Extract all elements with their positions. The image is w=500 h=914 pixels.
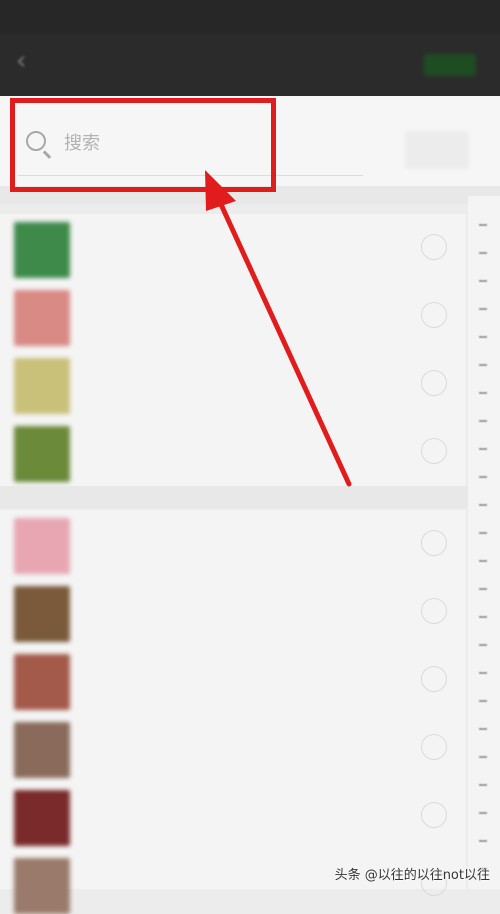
avatar bbox=[14, 858, 70, 914]
select-checkbox[interactable] bbox=[421, 530, 447, 556]
avatar bbox=[14, 722, 70, 778]
contact-row[interactable] bbox=[0, 782, 466, 850]
contact-row[interactable] bbox=[0, 646, 466, 714]
avatar bbox=[14, 654, 70, 710]
select-checkbox[interactable] bbox=[421, 666, 447, 692]
contact-row[interactable] bbox=[0, 350, 466, 418]
avatar bbox=[14, 586, 70, 642]
avatar bbox=[14, 518, 70, 574]
select-checkbox[interactable] bbox=[421, 802, 447, 828]
avatar bbox=[14, 426, 70, 482]
done-button[interactable] bbox=[424, 54, 476, 76]
select-checkbox[interactable] bbox=[421, 370, 447, 396]
alphabet-index-bar[interactable] bbox=[468, 196, 500, 889]
multi-select-button[interactable] bbox=[405, 131, 469, 169]
title-bar: ‹ bbox=[0, 34, 500, 96]
select-checkbox[interactable] bbox=[421, 438, 447, 464]
avatar bbox=[14, 222, 70, 278]
contact-row[interactable] bbox=[0, 282, 466, 350]
contact-row[interactable] bbox=[0, 714, 466, 782]
status-bar bbox=[0, 0, 500, 34]
contact-row[interactable] bbox=[0, 578, 466, 646]
avatar bbox=[14, 790, 70, 846]
search-highlight-box bbox=[10, 98, 276, 192]
select-checkbox[interactable] bbox=[421, 734, 447, 760]
contact-row[interactable] bbox=[0, 510, 466, 578]
contact-row[interactable] bbox=[0, 214, 466, 282]
watermark-text: 头条 @以往的以往not以往 bbox=[334, 868, 490, 883]
back-chevron-icon[interactable]: ‹ bbox=[16, 46, 26, 76]
avatar bbox=[14, 358, 70, 414]
contact-row[interactable] bbox=[0, 418, 466, 486]
select-checkbox[interactable] bbox=[421, 234, 447, 260]
avatar bbox=[14, 290, 70, 346]
select-checkbox[interactable] bbox=[421, 598, 447, 624]
section-header-2 bbox=[0, 486, 500, 508]
select-checkbox[interactable] bbox=[421, 302, 447, 328]
